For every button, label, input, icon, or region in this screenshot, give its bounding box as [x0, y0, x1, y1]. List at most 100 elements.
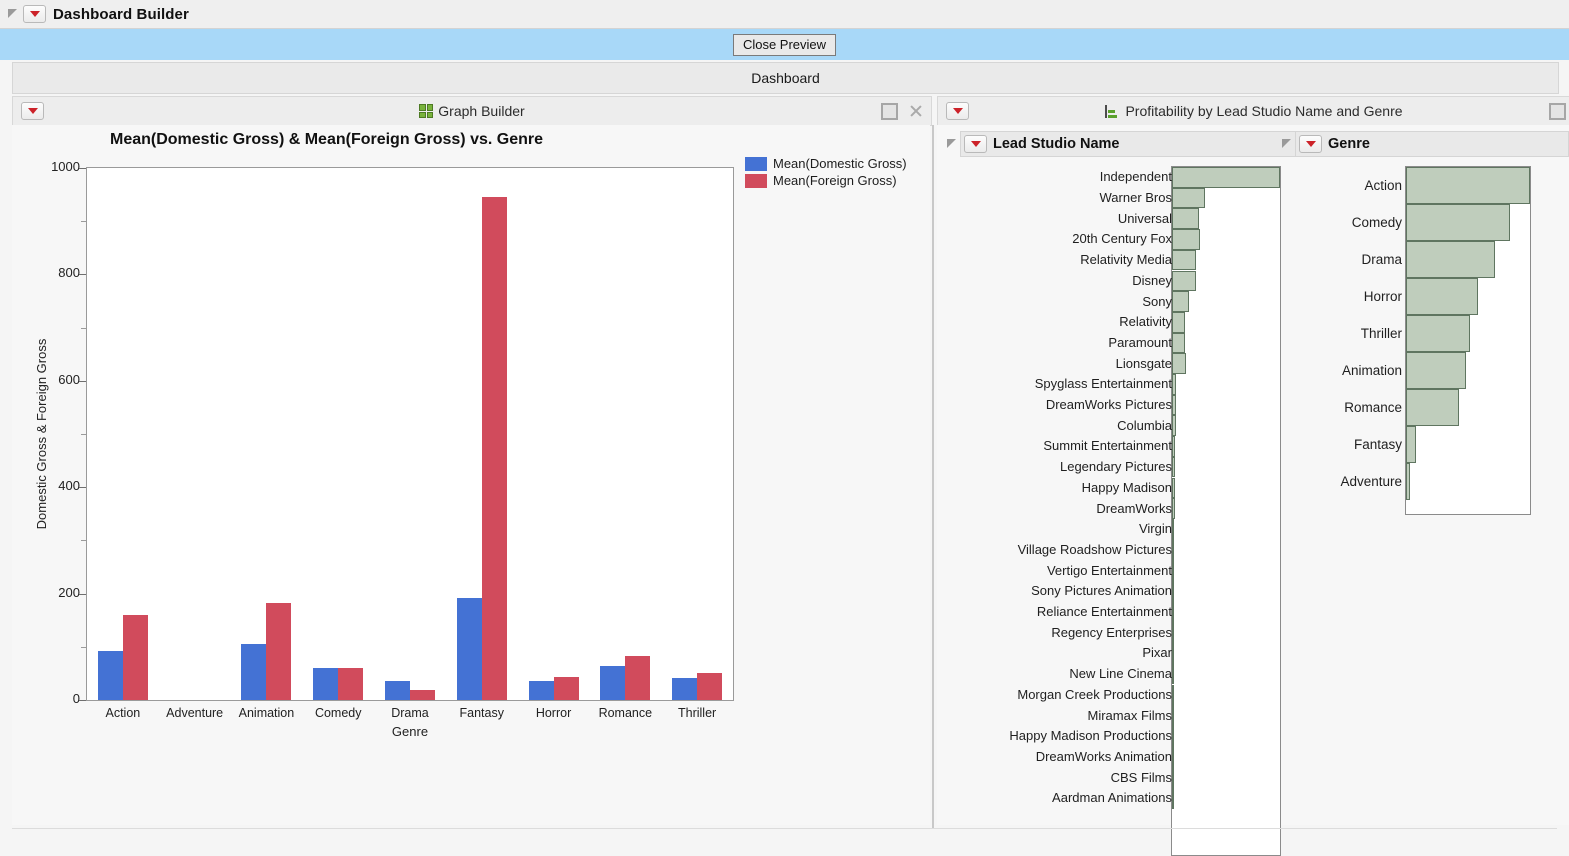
dashboard-tab[interactable]: Dashboard — [12, 62, 1559, 94]
list-item-label: Sony Pictures Animation — [1031, 583, 1172, 598]
pareto-bar[interactable] — [1406, 167, 1530, 204]
pareto-bar[interactable] — [1172, 395, 1176, 416]
pareto-bar[interactable] — [1406, 463, 1410, 500]
list-item-label: Happy Madison — [1082, 480, 1172, 495]
maximize-icon[interactable] — [881, 103, 898, 120]
pareto-bar[interactable] — [1172, 581, 1174, 602]
close-preview-button[interactable]: Close Preview — [733, 34, 836, 56]
chart-legend: Mean(Domestic Gross) Mean(Foreign Gross) — [745, 156, 907, 190]
pareto-bar[interactable] — [1172, 229, 1200, 250]
pareto-bar[interactable] — [1172, 602, 1174, 623]
y-axis-title: Domestic Gross & Foreign Gross — [34, 314, 49, 554]
disclosure-triangle-icon[interactable] — [945, 137, 959, 151]
x-axis-tick-label: Thriller — [661, 706, 733, 720]
list-item-label: Drama — [1361, 252, 1402, 267]
list-item-label: Relativity — [1119, 314, 1172, 329]
list-item-label: Disney — [1132, 273, 1172, 288]
pareto-bar[interactable] — [1172, 478, 1175, 499]
window-title: Dashboard Builder — [53, 6, 189, 23]
x-axis-tick-label: Horror — [518, 706, 590, 720]
pareto-bar[interactable] — [1172, 250, 1196, 271]
chart-bar — [385, 681, 410, 700]
list-item-label: Universal — [1118, 211, 1172, 226]
pareto-bar[interactable] — [1406, 278, 1478, 315]
pareto-bar[interactable] — [1172, 705, 1174, 726]
lead-studio-name-header: Lead Studio Name — [960, 131, 1310, 157]
list-item-label: DreamWorks Animation — [1036, 749, 1172, 764]
legend-item[interactable]: Mean(Foreign Gross) — [745, 173, 907, 188]
pareto-bar[interactable] — [1406, 389, 1459, 426]
pareto-bar[interactable] — [1406, 426, 1416, 463]
chart-bar — [98, 651, 123, 700]
list-item-label: Action — [1364, 178, 1402, 193]
pareto-bar[interactable] — [1406, 204, 1510, 241]
pareto-bar[interactable] — [1172, 685, 1174, 706]
pareto-bar[interactable] — [1172, 188, 1205, 209]
pareto-bar[interactable] — [1172, 622, 1174, 643]
profitability-report-header: Profitability by Lead Studio Name and Ge… — [937, 96, 1569, 126]
pareto-bar[interactable] — [1172, 519, 1174, 540]
legend-item[interactable]: Mean(Domestic Gross) — [745, 156, 907, 171]
pareto-bar[interactable] — [1172, 333, 1185, 354]
y-axis-tick-label: 400 — [34, 478, 80, 493]
y-axis-minor-tick-mark — [81, 434, 86, 435]
red-triangle-menu-icon[interactable] — [21, 102, 44, 120]
pareto-bar[interactable] — [1172, 664, 1174, 685]
y-axis-tick-label: 0 — [34, 691, 80, 706]
pareto-bar[interactable] — [1172, 415, 1176, 436]
chart-bar — [266, 603, 291, 700]
y-axis-tick-label: 800 — [34, 265, 80, 280]
disclosure-triangle-icon[interactable] — [1280, 137, 1294, 151]
list-item-label: Vertigo Entertainment — [1047, 563, 1172, 578]
pareto-bar[interactable] — [1172, 788, 1174, 809]
pareto-bar[interactable] — [1172, 498, 1175, 519]
list-item-label: Thriller — [1361, 326, 1402, 341]
pareto-bar[interactable] — [1172, 312, 1185, 333]
list-item-label: Miramax Films — [1088, 708, 1173, 723]
red-triangle-menu-icon[interactable] — [946, 102, 969, 120]
pareto-bar[interactable] — [1172, 767, 1174, 788]
list-item-label: Relativity Media — [1080, 252, 1172, 267]
chart-bar — [457, 598, 482, 700]
pareto-bar[interactable] — [1406, 352, 1466, 389]
pane-splitter[interactable] — [932, 125, 934, 828]
chart-bar — [482, 197, 507, 700]
legend-label: Mean(Domestic Gross) — [773, 156, 907, 171]
pareto-bar[interactable] — [1172, 374, 1176, 395]
x-axis-tick-label: Action — [87, 706, 159, 720]
preview-banner: Close Preview — [0, 29, 1569, 60]
y-axis-minor-tick-mark — [81, 647, 86, 648]
close-icon[interactable] — [909, 104, 923, 118]
chart-bar — [625, 656, 650, 700]
list-item-label: Fantasy — [1354, 437, 1402, 452]
x-axis-tick-label: Comedy — [302, 706, 374, 720]
lead-studio-name-title: Lead Studio Name — [993, 136, 1120, 152]
pareto-bar[interactable] — [1172, 271, 1196, 292]
legend-swatch — [745, 157, 767, 171]
red-triangle-menu-icon[interactable] — [23, 5, 46, 23]
pareto-bar[interactable] — [1172, 726, 1174, 747]
pareto-bar[interactable] — [1406, 315, 1470, 352]
pareto-bar[interactable] — [1172, 747, 1174, 768]
pareto-bar[interactable] — [1172, 167, 1280, 188]
genre-header: Genre — [1295, 131, 1569, 157]
red-triangle-menu-icon[interactable] — [964, 135, 987, 153]
pareto-bar[interactable] — [1172, 560, 1174, 581]
pareto-bar[interactable] — [1406, 241, 1495, 278]
pareto-bar[interactable] — [1172, 353, 1186, 374]
pareto-bar[interactable] — [1172, 643, 1174, 664]
legend-swatch — [745, 174, 767, 188]
pareto-bar[interactable] — [1172, 457, 1175, 478]
profitability-bars-icon — [1105, 105, 1120, 118]
list-item-label: Paramount — [1108, 335, 1172, 350]
disclosure-triangle-icon[interactable] — [6, 7, 20, 21]
graph-builder-icon — [419, 104, 433, 118]
pareto-bar[interactable] — [1172, 291, 1189, 312]
pareto-bar[interactable] — [1172, 436, 1175, 457]
red-triangle-menu-icon[interactable] — [1299, 135, 1322, 153]
pareto-bar[interactable] — [1172, 208, 1199, 229]
y-axis-tick-mark — [79, 594, 86, 595]
list-item-label: Happy Madison Productions — [1009, 728, 1172, 743]
pareto-bar[interactable] — [1172, 540, 1174, 561]
maximize-icon[interactable] — [1549, 103, 1566, 120]
